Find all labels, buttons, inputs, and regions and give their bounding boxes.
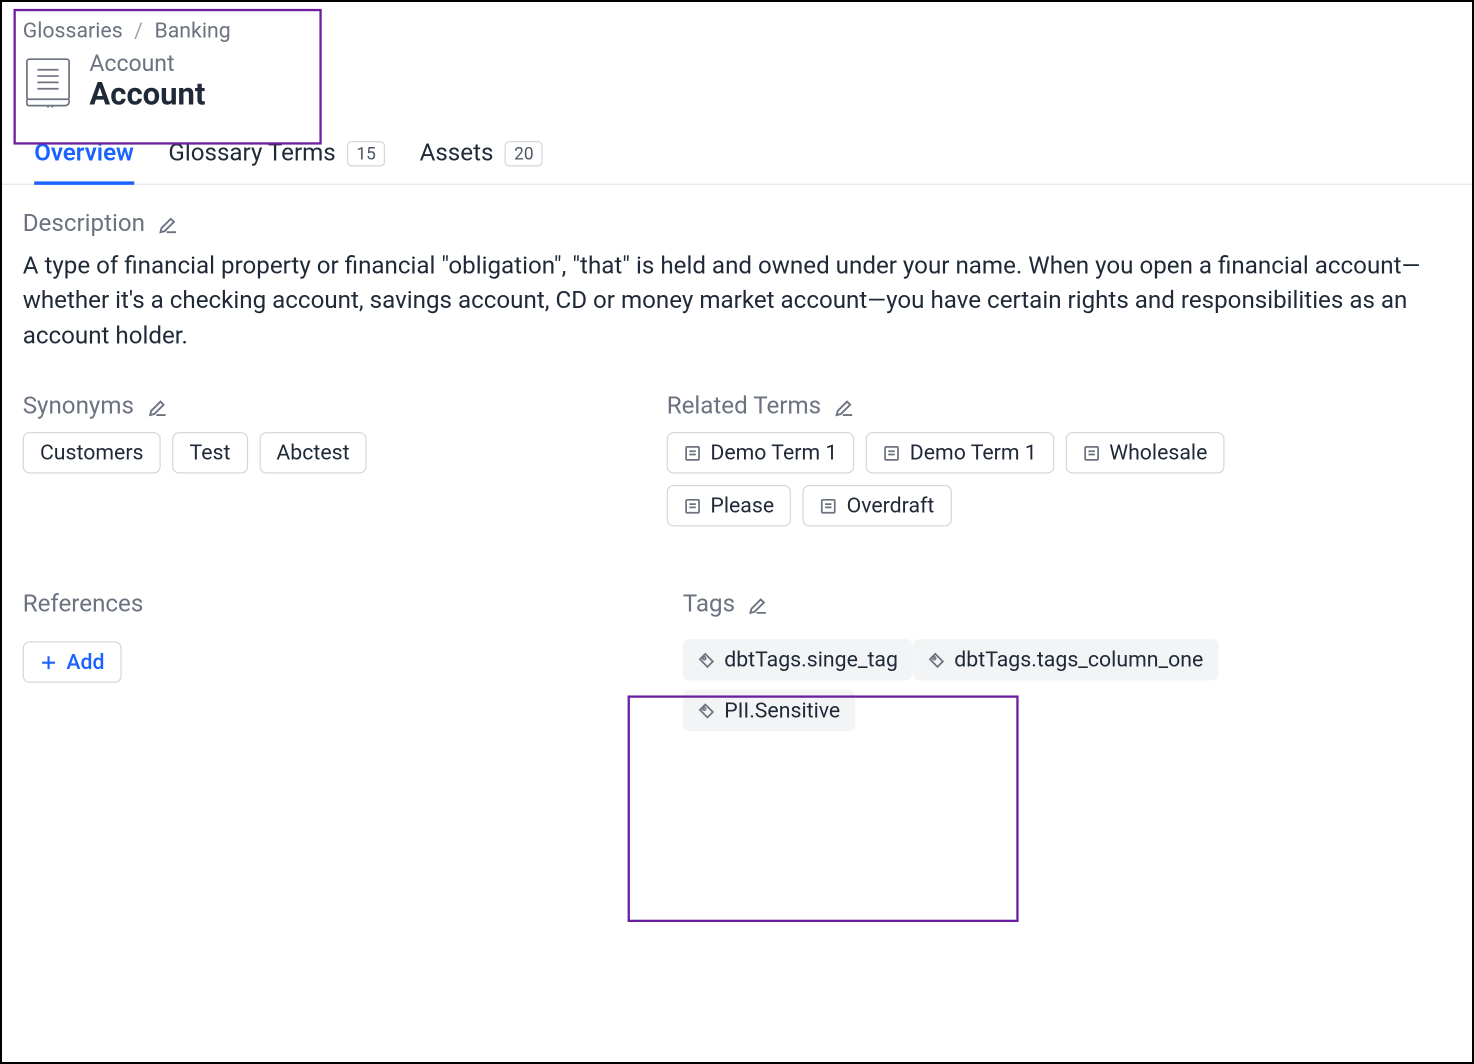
- pre-title: Account: [89, 50, 205, 76]
- synonym-chip-label: Customers: [40, 441, 144, 466]
- synonyms-label: Synonyms: [23, 393, 134, 421]
- page-header: Glossaries / Banking Account Account: [2, 2, 1472, 119]
- tag-icon: [698, 702, 715, 719]
- breadcrumb-root[interactable]: Glossaries: [23, 18, 123, 43]
- tab-assets-count: 20: [505, 141, 543, 166]
- add-reference-label: Add: [66, 650, 104, 675]
- tab-glossary-terms-count: 15: [347, 141, 385, 166]
- synonym-chip[interactable]: Abctest: [259, 433, 367, 474]
- tag-icon: [928, 652, 945, 669]
- description-label: Description: [23, 210, 145, 238]
- tag-pill[interactable]: PII.Sensitive: [683, 690, 855, 731]
- edit-synonyms-icon[interactable]: [148, 397, 169, 418]
- related-term-chip-label: Overdraft: [847, 493, 935, 518]
- tag-pill-label: dbtTags.tags_column_one: [954, 648, 1203, 673]
- synonym-chip[interactable]: Test: [172, 433, 247, 474]
- synonym-chip-label: Abctest: [276, 441, 349, 466]
- description-header: Description: [23, 210, 1452, 238]
- term-icon: [684, 445, 701, 462]
- tag-pill-label: PII.Sensitive: [724, 698, 840, 723]
- related-term-chip[interactable]: Demo Term 1: [866, 433, 1054, 474]
- tab-glossary-terms[interactable]: Glossary Terms 15: [168, 140, 385, 184]
- synonym-chip-label: Test: [190, 441, 231, 466]
- related-term-chip[interactable]: Overdraft: [803, 485, 952, 526]
- tag-icon: [698, 652, 715, 669]
- term-icon: [820, 497, 837, 514]
- tab-overview-label: Overview: [34, 140, 134, 168]
- breadcrumb-separator: /: [134, 18, 143, 43]
- related-term-chip[interactable]: Wholesale: [1065, 433, 1224, 474]
- term-icon: [883, 445, 900, 462]
- tag-pill-label: dbtTags.singe_tag: [724, 648, 898, 673]
- related-term-chip[interactable]: Demo Term 1: [667, 433, 855, 474]
- related-terms-section: Related Terms Demo Term 1 Demo Term 1 Whol…: [667, 393, 1288, 526]
- related-term-chip-label: Demo Term 1: [910, 441, 1037, 466]
- tag-pill[interactable]: dbtTags.tags_column_one: [913, 640, 1218, 681]
- related-terms-label: Related Terms: [667, 393, 821, 421]
- edit-description-icon[interactable]: [159, 214, 180, 235]
- tab-assets[interactable]: Assets 20: [420, 140, 543, 184]
- tags-label: Tags: [683, 591, 735, 619]
- edit-tags-icon[interactable]: [749, 595, 770, 616]
- term-icon: [684, 497, 701, 514]
- synonym-chip[interactable]: Customers: [23, 433, 161, 474]
- glossary-book-icon: [23, 55, 74, 108]
- references-label: References: [23, 591, 144, 619]
- add-reference-button[interactable]: Add: [23, 642, 122, 683]
- references-section: References Add: [23, 591, 644, 731]
- synonyms-section: Synonyms Customers Test Abctest: [23, 393, 644, 526]
- tags-section: Tags dbtTags.singe_tag dbtTags.tags_colum…: [667, 591, 1288, 731]
- tabs-bar: Overview Glossary Terms 15 Assets 20: [2, 119, 1472, 185]
- tab-assets-label: Assets: [420, 140, 494, 168]
- term-icon: [1083, 445, 1100, 462]
- page-title: Account: [89, 77, 205, 113]
- related-term-chip-label: Demo Term 1: [710, 441, 837, 466]
- plus-icon: [40, 654, 57, 671]
- edit-related-terms-icon[interactable]: [835, 397, 856, 418]
- tag-pill[interactable]: dbtTags.singe_tag: [683, 640, 913, 681]
- description-text: A type of financial property or financia…: [23, 249, 1452, 354]
- tab-overview[interactable]: Overview: [34, 140, 134, 184]
- related-term-chip[interactable]: Please: [667, 485, 792, 526]
- related-term-chip-label: Wholesale: [1109, 441, 1207, 466]
- related-term-chip-label: Please: [710, 493, 774, 518]
- tab-glossary-terms-label: Glossary Terms: [168, 140, 335, 168]
- breadcrumb: Glossaries / Banking: [23, 18, 1452, 43]
- breadcrumb-section[interactable]: Banking: [154, 18, 230, 43]
